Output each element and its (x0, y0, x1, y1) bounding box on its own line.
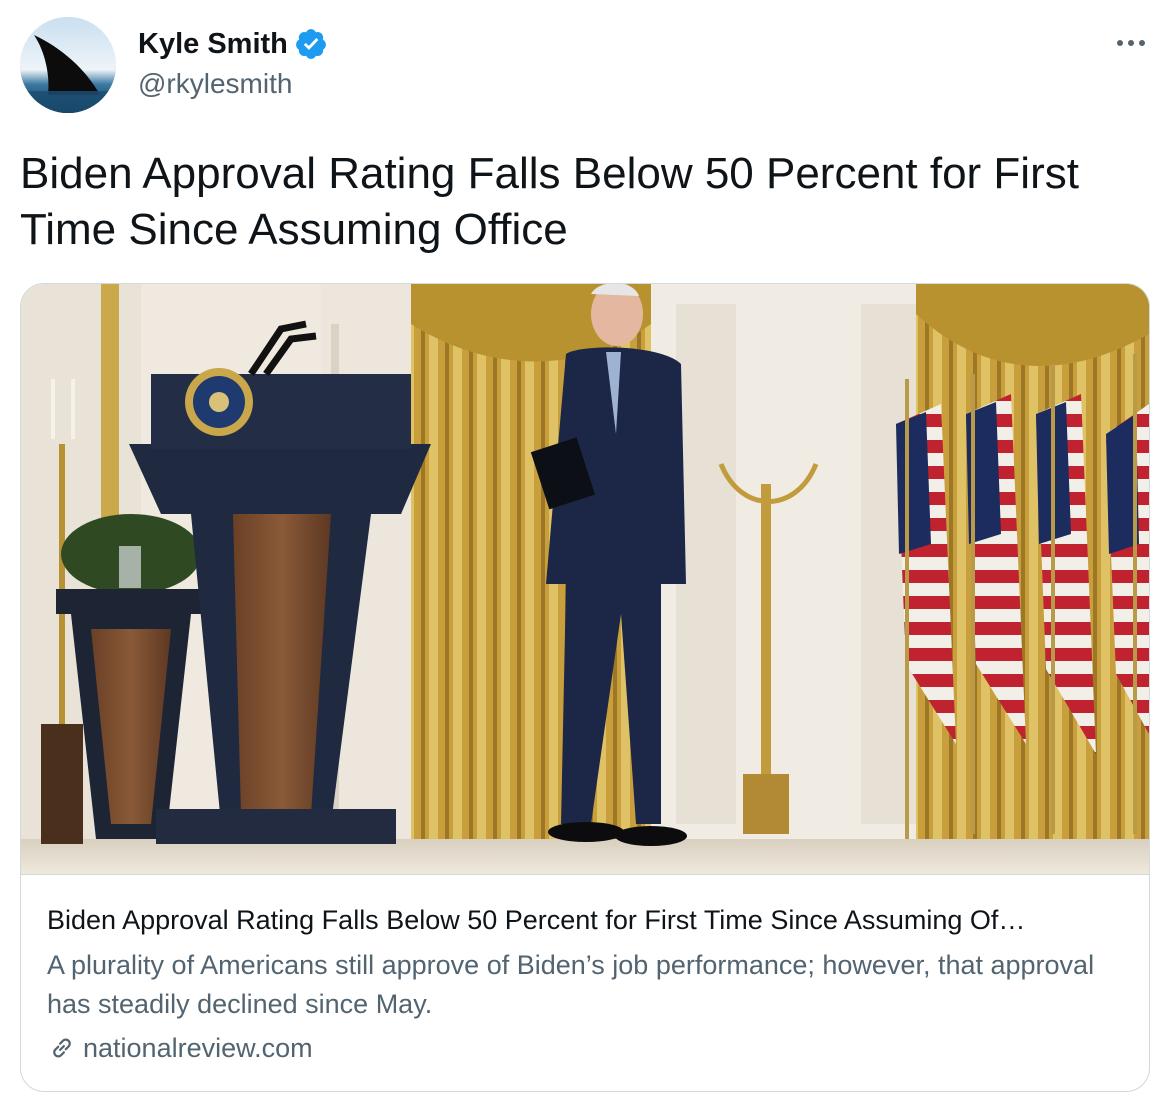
verified-badge-icon (295, 29, 326, 59)
card-image[interactable] (21, 284, 1149, 875)
author-handle[interactable]: @rkylesmith (138, 66, 292, 102)
card-description: A plurality of Americans still approve o… (47, 950, 1095, 1019)
more-options-icon[interactable] (1114, 28, 1148, 58)
press-conference-photo (21, 284, 1149, 874)
card-domain-row[interactable]: nationalreview.com (47, 1030, 313, 1066)
card-domain[interactable]: nationalreview.com (83, 1030, 313, 1066)
link-icon (53, 1038, 71, 1058)
link-card[interactable]: Biden Approval Rating Falls Below 50 Per… (20, 283, 1150, 1092)
author-avatar[interactable] (20, 17, 116, 113)
author-name[interactable]: Kyle Smith (138, 26, 288, 62)
tweet: Kyle Smith @rkylesmith Biden Approval Ra… (0, 0, 1164, 1112)
tweet-text: Biden Approval Rating Falls Below 50 Per… (20, 149, 1079, 254)
card-title[interactable]: Biden Approval Rating Falls Below 50 Per… (47, 902, 1127, 938)
author-name-row[interactable]: Kyle Smith (138, 26, 328, 62)
shark-fin-icon (20, 17, 116, 113)
